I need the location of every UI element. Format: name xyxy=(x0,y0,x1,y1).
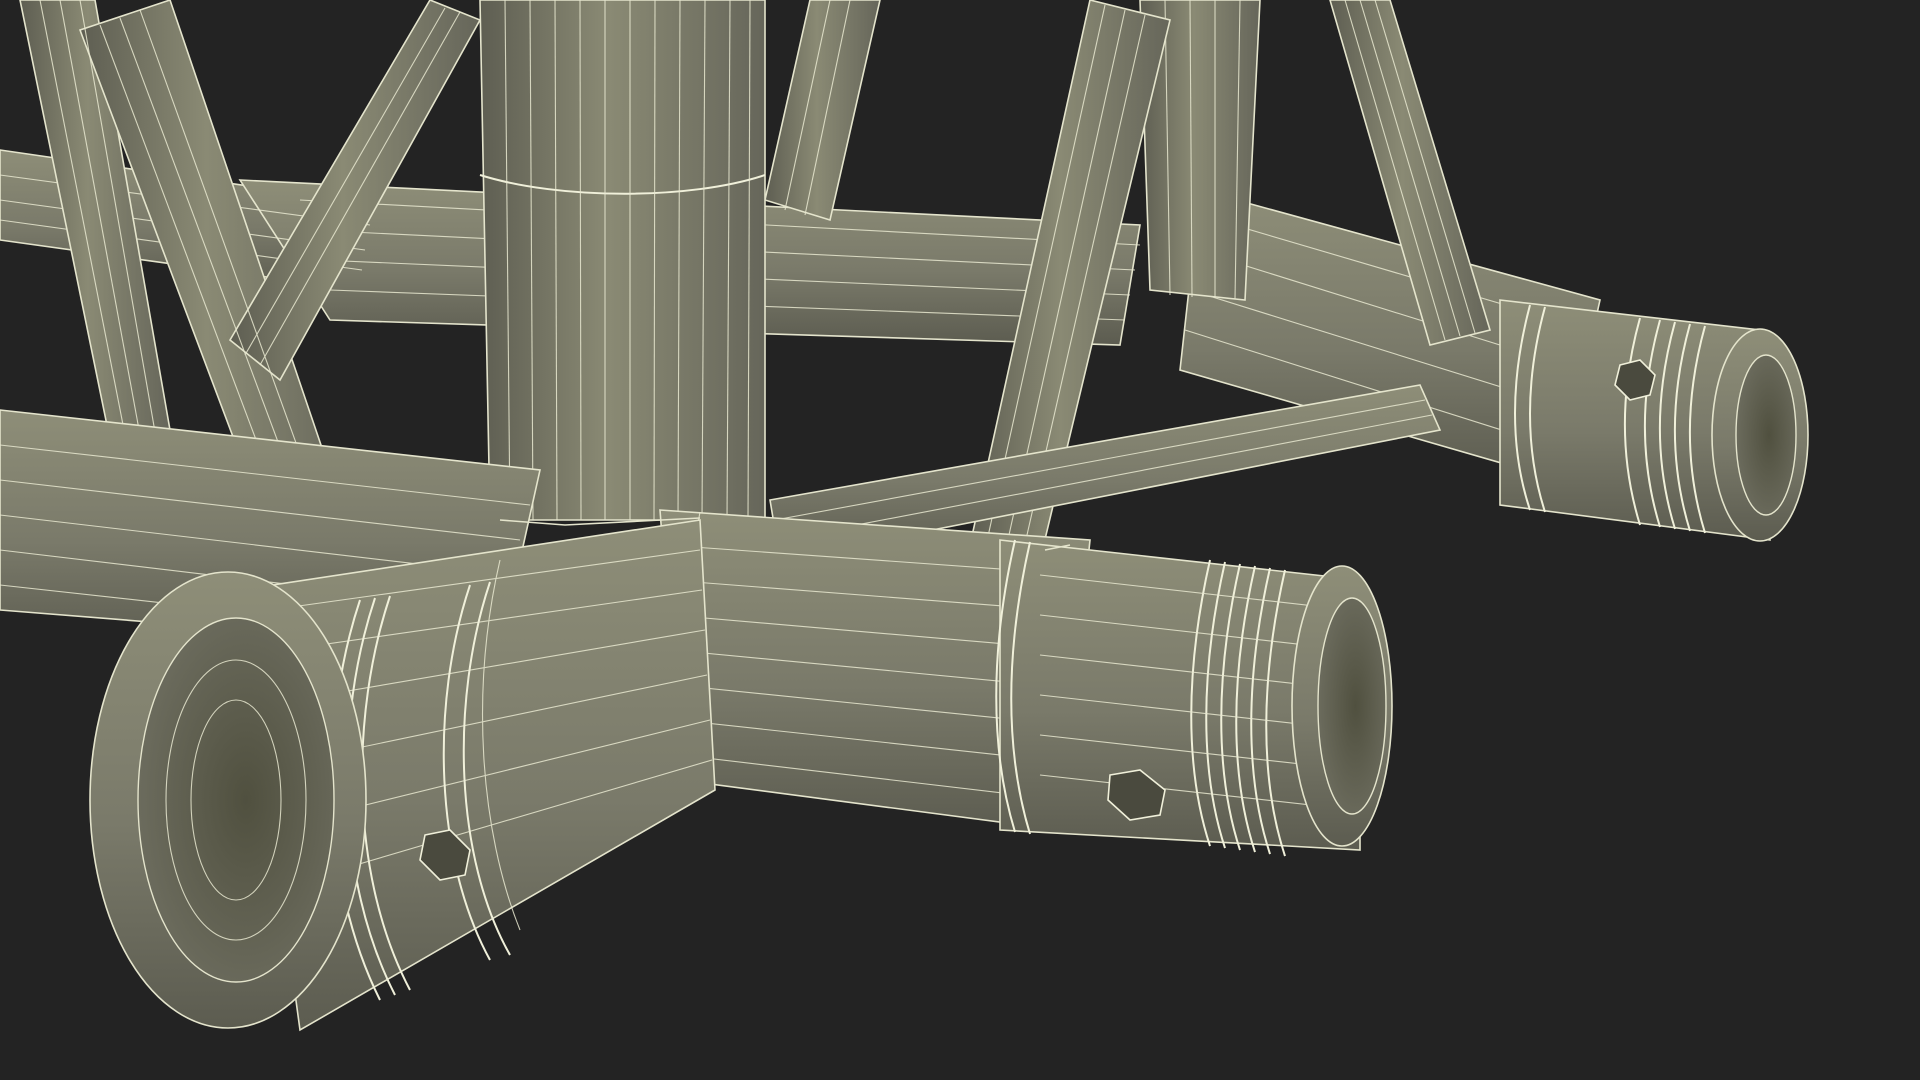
viewport xyxy=(0,0,1920,1080)
truss-render xyxy=(0,0,1809,1032)
main-column xyxy=(479,0,766,521)
front-left-connector xyxy=(89,519,716,1032)
front-right-connector xyxy=(995,539,1393,857)
back-right-connector xyxy=(1499,299,1809,542)
